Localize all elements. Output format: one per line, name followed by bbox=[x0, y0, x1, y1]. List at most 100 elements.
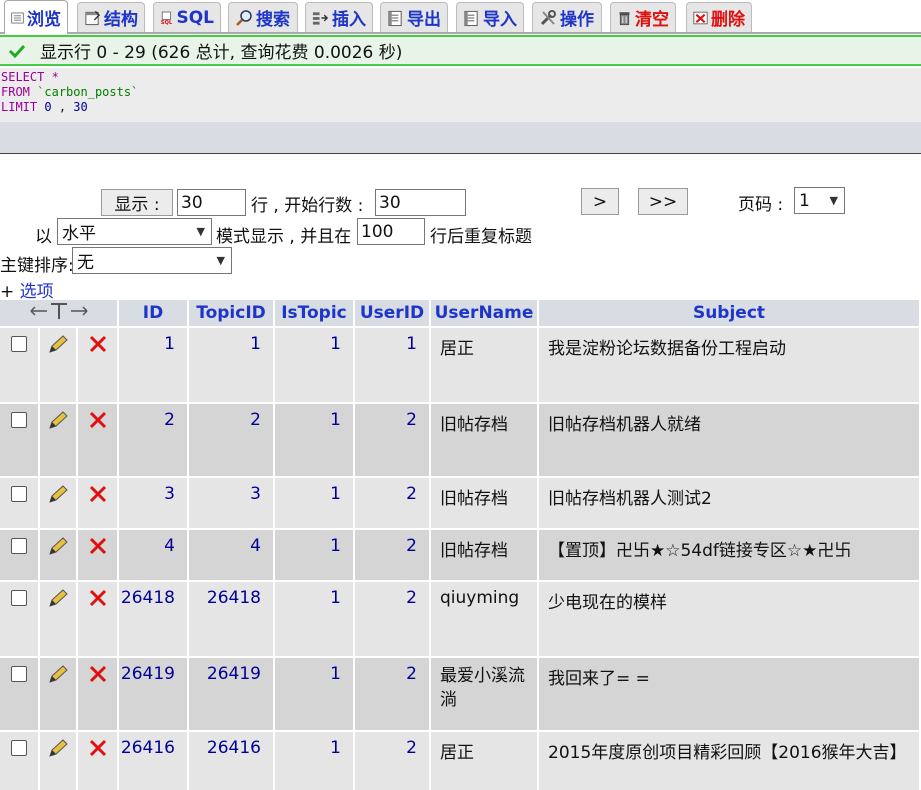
row-checkbox-cell bbox=[0, 478, 40, 530]
tab-label: 搜索 bbox=[256, 10, 290, 30]
pencil-icon[interactable] bbox=[47, 536, 69, 556]
cell-userid: 2 bbox=[355, 478, 431, 530]
pencil-icon[interactable] bbox=[47, 588, 69, 608]
options-toggle[interactable]: + 选项 bbox=[0, 277, 54, 302]
pencil-icon[interactable] bbox=[47, 334, 69, 354]
sql-offset: 0 bbox=[44, 100, 52, 114]
cell-topicid: 2 bbox=[189, 404, 275, 478]
display-mode-select[interactable]: 水平 ▼ bbox=[57, 218, 212, 245]
repeat-headers-input[interactable]: 100 bbox=[357, 218, 425, 245]
delete-x-icon[interactable] bbox=[88, 334, 108, 354]
drop-icon bbox=[693, 11, 708, 24]
cell-subject: 【置顶】卍卐★☆54df链接专区☆★卍卐 bbox=[539, 530, 921, 582]
cell-topicid: 1 bbox=[189, 328, 275, 404]
cell-topicid: 26419 bbox=[189, 658, 275, 732]
column-header-id[interactable]: ID bbox=[119, 300, 189, 328]
tab-sql[interactable]: SQL SQL bbox=[153, 2, 221, 32]
last-page-button[interactable]: >> bbox=[638, 188, 688, 215]
page-select[interactable]: 1 ▼ bbox=[794, 187, 845, 214]
cell-username: 旧帖存档 bbox=[431, 478, 539, 530]
row-checkbox-cell bbox=[0, 658, 40, 732]
table-row: 4 4 1 2 旧帖存档 【置顶】卍卐★☆54df链接专区☆★卍卐 bbox=[0, 530, 921, 582]
cell-topicid: 3 bbox=[189, 478, 275, 530]
tab-export[interactable]: 导出 bbox=[380, 2, 448, 32]
delete-x-icon[interactable] bbox=[88, 738, 108, 758]
rows-label: 行 , 开始行数 : bbox=[251, 196, 364, 216]
edit-cell bbox=[40, 328, 78, 404]
next-page-button[interactable]: > bbox=[581, 188, 619, 215]
cell-username: 最爱小溪流淌 bbox=[431, 658, 539, 732]
show-button[interactable]: 显示 : bbox=[101, 189, 173, 216]
tab-label: 导入 bbox=[483, 10, 517, 30]
sql-comma: , bbox=[58, 100, 67, 114]
query-success-notice: 显示行 0 - 29 (626 总计, 查询花费 0.0026 秒) bbox=[0, 35, 921, 66]
tab-operations[interactable]: 操作 bbox=[532, 2, 602, 32]
delete-cell bbox=[78, 328, 119, 404]
row-actions-header[interactable] bbox=[0, 300, 119, 328]
browse-icon bbox=[11, 12, 24, 23]
cell-userid: 2 bbox=[355, 404, 431, 478]
row-checkbox[interactable] bbox=[11, 336, 27, 352]
sql-star: * bbox=[51, 70, 59, 84]
start-row-input[interactable]: 30 bbox=[375, 189, 466, 216]
cell-userid: 2 bbox=[355, 530, 431, 582]
pencil-icon[interactable] bbox=[47, 664, 69, 684]
tab-insert[interactable]: 插入 bbox=[305, 2, 373, 32]
delete-cell bbox=[78, 582, 119, 658]
cell-userid: 2 bbox=[355, 732, 431, 790]
column-header-istopic[interactable]: IsTopic bbox=[275, 300, 355, 328]
row-checkbox-cell bbox=[0, 732, 40, 790]
cell-topicid: 26416 bbox=[189, 732, 275, 790]
delete-x-icon[interactable] bbox=[88, 664, 108, 684]
row-checkbox[interactable] bbox=[11, 538, 27, 554]
tab-label: 结构 bbox=[104, 10, 138, 30]
delete-cell bbox=[78, 530, 119, 582]
column-header-userid[interactable]: UserID bbox=[355, 300, 431, 328]
edit-cell bbox=[40, 658, 78, 732]
sort-select[interactable]: 无 ▼ bbox=[72, 247, 232, 274]
row-checkbox[interactable] bbox=[11, 666, 27, 682]
empty-icon bbox=[619, 11, 630, 25]
row-checkbox[interactable] bbox=[11, 740, 27, 756]
tab-structure[interactable]: 结构 bbox=[77, 2, 145, 32]
column-header-username[interactable]: UserName bbox=[431, 300, 539, 328]
delete-x-icon[interactable] bbox=[88, 484, 108, 504]
tab-import[interactable]: 导入 bbox=[456, 2, 524, 32]
row-checkbox[interactable] bbox=[11, 486, 27, 502]
chevron-down-icon: ▼ bbox=[196, 225, 205, 238]
sql-icon: SQL bbox=[161, 11, 173, 25]
tab-browse[interactable]: 浏览 bbox=[4, 0, 68, 34]
row-checkbox[interactable] bbox=[11, 412, 27, 428]
cell-id: 1 bbox=[119, 328, 189, 404]
pencil-icon[interactable] bbox=[47, 484, 69, 504]
export-icon bbox=[388, 10, 402, 26]
edit-cell bbox=[40, 582, 78, 658]
cell-istopic: 1 bbox=[275, 732, 355, 790]
tab-search[interactable]: 搜索 bbox=[228, 2, 298, 32]
cell-subject: 旧帖存档机器人就绪 bbox=[539, 404, 921, 478]
search-icon bbox=[236, 9, 252, 26]
delete-x-icon[interactable] bbox=[88, 536, 108, 556]
rows-input[interactable]: 30 bbox=[177, 189, 246, 216]
pencil-icon[interactable] bbox=[47, 738, 69, 758]
page-select-value: 1 bbox=[799, 190, 810, 211]
delete-cell bbox=[78, 658, 119, 732]
edit-cell bbox=[40, 732, 78, 790]
column-header-topicid[interactable]: TopicID bbox=[189, 300, 275, 328]
sort-label: 主键排序: bbox=[0, 256, 74, 276]
mode-prefix: 以 bbox=[35, 227, 52, 247]
delete-x-icon[interactable] bbox=[88, 588, 108, 608]
options-link[interactable]: 选项 bbox=[20, 282, 54, 302]
cell-istopic: 1 bbox=[275, 582, 355, 658]
sql-keyword: LIMIT bbox=[1, 100, 38, 114]
delete-x-icon[interactable] bbox=[88, 410, 108, 430]
table-row: 26418 26418 1 2 qiuyming 少电现在的模样 bbox=[0, 582, 921, 658]
edit-cell bbox=[40, 404, 78, 478]
pencil-icon[interactable] bbox=[47, 410, 69, 430]
column-header-subject[interactable]: Subject bbox=[539, 300, 921, 328]
tab-empty[interactable]: 清空 bbox=[610, 2, 676, 32]
cell-id: 3 bbox=[119, 478, 189, 530]
tab-drop[interactable]: 删除 bbox=[686, 2, 752, 32]
row-checkbox[interactable] bbox=[11, 590, 27, 606]
delete-cell bbox=[78, 478, 119, 530]
